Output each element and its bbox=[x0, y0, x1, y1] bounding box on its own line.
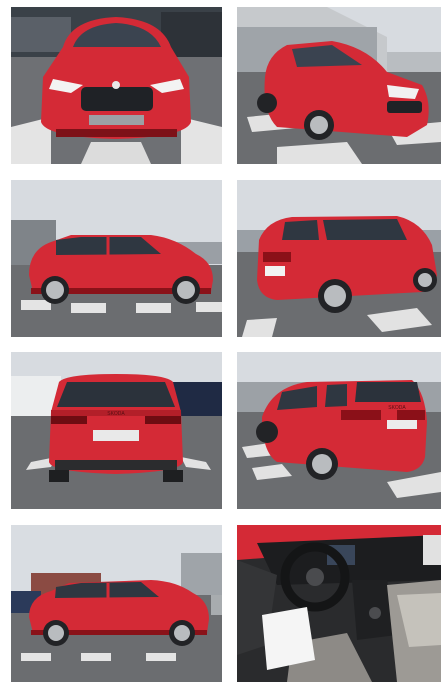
photo-thumbnail-side-left[interactable] bbox=[11, 180, 222, 337]
car-photo-front-left bbox=[237, 7, 441, 164]
car-photo-rear-right: SKODA bbox=[237, 352, 441, 509]
car-photo-front bbox=[11, 7, 222, 164]
car-photo-side-left bbox=[11, 180, 222, 337]
photo-thumbnail-rear-right[interactable]: SKODA bbox=[237, 352, 441, 509]
photo-thumbnail-front[interactable] bbox=[11, 7, 222, 164]
photo-thumbnail-front-left[interactable] bbox=[237, 7, 441, 164]
photo-thumbnail-side-left-far[interactable] bbox=[11, 525, 222, 682]
skoda-lettering: SKODA bbox=[107, 411, 125, 417]
photo-thumbnail-rear[interactable]: SKODA bbox=[11, 352, 222, 509]
photo-thumbnail-rear-left[interactable] bbox=[237, 180, 441, 337]
photo-thumbnail-interior[interactable] bbox=[237, 525, 441, 682]
car-photo-rear: SKODA bbox=[11, 352, 222, 509]
photo-gallery: SKODA SKODA bbox=[0, 0, 442, 682]
car-photo-side-left-far bbox=[11, 525, 222, 682]
car-photo-rear-left bbox=[237, 180, 441, 337]
car-photo-interior bbox=[237, 525, 441, 682]
skoda-lettering: SKODA bbox=[388, 405, 406, 411]
